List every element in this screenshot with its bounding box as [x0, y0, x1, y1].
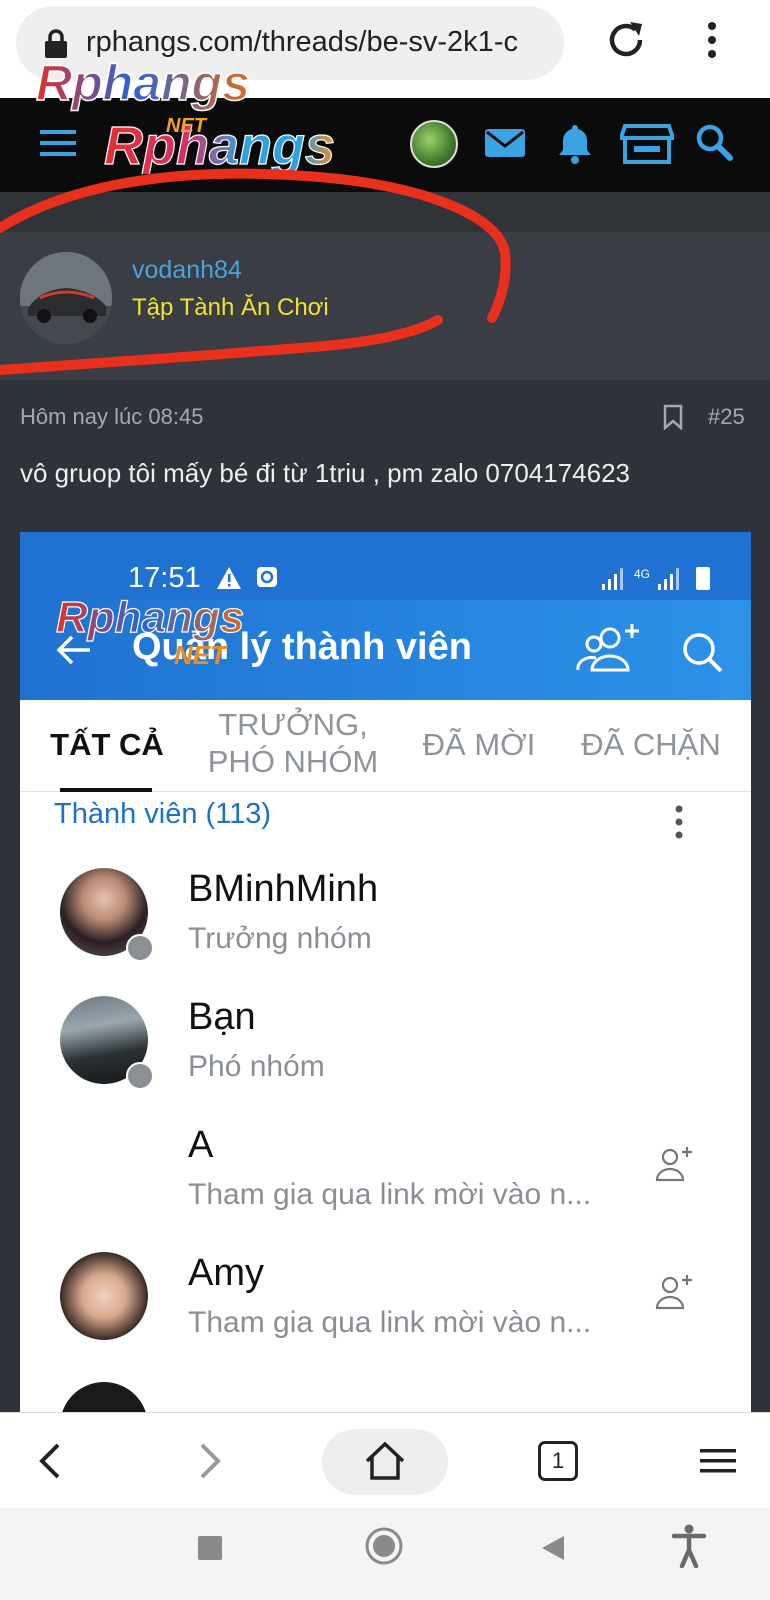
more-vert-icon[interactable] [672, 804, 686, 840]
system-nav-bar [0, 1508, 770, 1600]
more-vert-icon[interactable] [700, 18, 724, 62]
member-role: Phó nhóm [188, 1050, 325, 1083]
member-join-info: Tham gia qua link mời vào n... [188, 1178, 592, 1211]
member-name: Amy [188, 1252, 264, 1294]
member-join-info: Tham gia qua link mời vào n... [188, 1306, 592, 1339]
user-avatar[interactable] [410, 120, 458, 168]
mail-icon[interactable] [482, 120, 528, 166]
post-username[interactable]: vodanh84 [132, 256, 242, 285]
alarm-icon [257, 567, 277, 587]
member-name: BMinhMinh [188, 868, 379, 910]
members-heading: Thành viên (113) [54, 798, 272, 830]
add-friend-icon[interactable] [654, 1146, 694, 1182]
member-name: Bạn [188, 996, 256, 1038]
shot-status-bar: 17:51 4G [20, 532, 751, 600]
svg-text:Rphangs: Rphangs [36, 56, 250, 111]
home-button[interactable] [322, 1429, 448, 1495]
menu-icon[interactable] [698, 1445, 738, 1477]
thread-band [0, 192, 770, 232]
attached-screenshot[interactable]: 17:51 4G Quản lý thành viên Rphangs NET … [20, 532, 751, 1412]
svg-text:Rphangs: Rphangs [56, 593, 244, 642]
site-logo[interactable]: Rphangs NET [104, 110, 372, 174]
bookmark-icon[interactable] [662, 404, 684, 430]
tab-underline [60, 788, 152, 792]
member-name: A [188, 1124, 214, 1166]
shot-network-label: 4G [634, 567, 650, 581]
svg-text:NET: NET [174, 640, 228, 670]
forward-icon[interactable] [196, 1441, 224, 1481]
browser-bottom-bar: 1 [0, 1412, 770, 1508]
tab-blocked[interactable]: ĐÃ CHẶN [576, 726, 726, 763]
car-photo-icon [20, 252, 112, 344]
tab-all[interactable]: TẤT CẢ [44, 726, 170, 763]
accessibility-icon[interactable] [672, 1524, 706, 1568]
member-row[interactable]: Bạn Phó nhóm [20, 996, 751, 1124]
add-friend-icon[interactable] [654, 1274, 694, 1310]
reload-icon[interactable] [604, 18, 648, 62]
member-row[interactable]: A Tham gia qua link mời vào n... [20, 1124, 751, 1252]
watermark-logo: Rphangs NET [56, 592, 245, 670]
post-date[interactable]: Hôm nay lúc 08:45 [20, 404, 203, 430]
post-user-bar: vodanh84 Tập Tành Ăn Chơi [0, 232, 770, 380]
tab-invited[interactable]: ĐÃ MỜI [416, 726, 542, 763]
post-user-title: Tập Tành Ăn Chơi [132, 294, 329, 321]
member-row[interactable]: BMinhMinh Trưởng nhóm [20, 868, 751, 996]
post-avatar[interactable] [20, 252, 112, 344]
store-icon[interactable] [620, 120, 674, 166]
recents-icon[interactable] [196, 1534, 224, 1562]
member-row[interactable]: Amy Tham gia qua link mời vào n... [20, 1252, 751, 1380]
signal-battery-icon: 4G [602, 567, 710, 590]
key-badge-icon [126, 934, 154, 962]
bell-icon[interactable] [552, 120, 598, 166]
search-icon[interactable] [680, 630, 724, 674]
post-number[interactable]: #25 [708, 404, 745, 430]
shot-tab-bar: TẤT CẢ TRƯỞNG, PHÓ NHÓM ĐÃ MỜI ĐÃ CHẶN [20, 700, 751, 792]
home-circle-icon[interactable] [364, 1526, 404, 1566]
tabs-icon[interactable]: 1 [538, 1441, 578, 1481]
add-member-icon[interactable] [574, 622, 640, 676]
warning-icon [217, 567, 241, 589]
back-triangle-icon[interactable] [540, 1534, 566, 1562]
member-avatar [60, 1382, 148, 1412]
home-icon [365, 1441, 405, 1480]
shot-status-time: 17:51 [128, 562, 201, 594]
key-badge-icon [126, 1062, 154, 1090]
member-role: Trưởng nhóm [188, 922, 372, 955]
svg-text:NET: NET [166, 115, 208, 137]
search-icon[interactable] [694, 120, 734, 166]
watermark-logo: Rphangs [36, 56, 251, 112]
member-avatar [60, 1252, 148, 1340]
menu-icon[interactable] [38, 126, 78, 160]
svg-text:Rphangs: Rphangs [104, 116, 335, 174]
post-body: vô gruop tôi mấy bé đi từ 1triu , pm zal… [20, 458, 630, 488]
site-header: Rphangs NET [0, 98, 770, 192]
tab-leaders[interactable]: TRƯỞNG, PHÓ NHÓM [198, 706, 388, 780]
url-text[interactable]: rphangs.com/threads/be-sv-2k1-c [86, 26, 518, 59]
back-icon[interactable] [36, 1441, 64, 1481]
